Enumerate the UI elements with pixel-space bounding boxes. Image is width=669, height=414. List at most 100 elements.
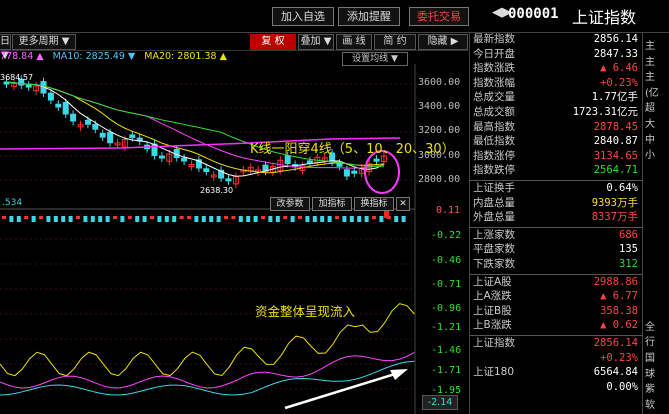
quote-label: 指数涨跌 (473, 62, 515, 75)
candle (181, 157, 188, 162)
sub-bar (135, 216, 140, 222)
quote-label: 上证B股 (473, 304, 512, 317)
overlay-button[interactable]: 叠加 ▼ (298, 34, 334, 50)
quote-value: 686 (619, 228, 638, 241)
sub-bar (268, 216, 273, 222)
draw-line-button[interactable]: 画 线 (336, 34, 372, 50)
add-alert-button[interactable]: 添加提醒 (338, 7, 400, 26)
sub-bar (142, 216, 147, 222)
quote-label: 内盘总量 (473, 196, 515, 209)
simple-mode-button[interactable]: 简 约 (374, 34, 416, 50)
candle (47, 92, 54, 101)
quote-value: 312 (619, 258, 638, 270)
quote-value: +0.23% (600, 76, 638, 89)
ma20-value: MA20: 2801.38 ▲ (144, 51, 227, 62)
sub-tick: -1.71 (431, 365, 462, 376)
quote-value: 2856.14 (593, 337, 638, 349)
sub-bar (275, 216, 280, 222)
sub-bar (209, 216, 214, 222)
side-panel-cut: 主主主 (亿超大中小全行国球紫软 (642, 33, 669, 414)
sub-bar (327, 216, 332, 222)
add-watchlist-button[interactable]: 加入自选 (272, 7, 334, 26)
quote-value: 0.64% (606, 182, 638, 194)
kline-chart[interactable] (0, 64, 468, 414)
sub-bar (53, 216, 58, 222)
sub-bar (261, 216, 265, 219)
ma5-value: 778.84 ▲ (0, 51, 44, 62)
add-indicator-button[interactable]: 加指标 (312, 197, 352, 211)
quote-label: 上证A股 (473, 275, 512, 288)
sub-tick: -0.71 (431, 279, 462, 290)
side-item: 主 (645, 41, 655, 52)
panel-separator (470, 180, 642, 181)
sub-indicator-label: .534 (2, 198, 23, 208)
side-item: 小 (645, 150, 655, 162)
quote-row: 0.00% (470, 381, 642, 394)
close-icon[interactable]: ✕ (396, 197, 410, 211)
sub-bar (24, 216, 29, 219)
quote-row: 指数涨停 3134.65 (470, 150, 642, 163)
side-item: 中 (645, 134, 655, 146)
more-periods-button[interactable]: 更多周期 ▼ (12, 34, 76, 50)
quote-value: 2564.71 (593, 164, 638, 177)
quote-value: ▲ 6.46 (600, 62, 638, 75)
chart-toolbar: 日 ▼ 更多周期 ▼ 复 权 叠加 ▼ 画 线 简 约 隐藏 ▶ (0, 33, 468, 61)
sub-bar (2, 216, 6, 219)
change-params-button[interactable]: 改参数 (270, 197, 310, 211)
sub-tick: -1.46 (431, 345, 462, 356)
candle (129, 134, 136, 139)
ma-legend: 778.84 ▲ MA10: 2825.49 ▼ MA20: 2801.38 ▲ (0, 51, 227, 64)
candle (336, 162, 343, 167)
sub-tick: -0.96 (431, 303, 462, 314)
sub-bar (16, 216, 21, 222)
quote-label: 下跌家数 (473, 258, 515, 270)
sub-bar (127, 216, 132, 219)
quote-label: 总成交额 (473, 106, 515, 118)
sub-bar (224, 216, 228, 219)
quote-value: ▲ 0.62 (600, 319, 638, 332)
quote-row: 最高指数 2878.45 (470, 121, 642, 134)
sub-bar (9, 216, 14, 222)
sub-bar (305, 216, 310, 222)
sub-bar (164, 216, 169, 222)
candle (225, 178, 232, 182)
quote-label: 指数涨停 (473, 149, 515, 162)
sub-bar (83, 216, 88, 222)
sub-tick: -0.22 (431, 230, 462, 241)
sub-bar (194, 216, 199, 222)
quote-row: 内盘总量 9393万手 (470, 197, 642, 210)
quote-label: 最高指数 (473, 120, 515, 133)
sub-bar (231, 216, 236, 219)
indicator-line (0, 360, 415, 396)
quote-row: 下跌家数 312 (470, 258, 642, 271)
quote-value: 6564.84 (593, 366, 638, 379)
quote-row: 上证180 6564.84 (470, 366, 642, 379)
period-day-button[interactable]: 日 ▼ (0, 34, 11, 61)
panel-separator (470, 226, 642, 228)
sub-tick: -1.21 (431, 322, 462, 333)
quote-label: 最新指数 (473, 33, 515, 45)
sub-bar (105, 216, 110, 222)
trend-arrow-head (390, 369, 408, 380)
ma-line (6, 81, 385, 177)
quote-value: +0.23% (600, 351, 638, 364)
quote-value: ▲ 6.77 (600, 290, 638, 303)
quote-value: 2840.87 (593, 135, 638, 148)
sub-bar (238, 216, 243, 222)
side-item: 球 (645, 368, 655, 380)
switch-indicator-button[interactable]: 换指标 (354, 197, 394, 211)
sub-bar (253, 216, 258, 222)
sub-tick: -0.46 (431, 255, 462, 266)
sub-bar (379, 216, 384, 222)
quote-label: 上证指数 (473, 337, 515, 349)
side-item: 软 (645, 399, 655, 411)
sub-bar (172, 216, 177, 222)
quote-label: 最低指数 (473, 135, 515, 148)
sub-bar (298, 216, 302, 219)
side-item: 国 (645, 353, 655, 364)
symbol-name: 上证指数 (572, 8, 637, 27)
adjust-button[interactable]: 复 权 (250, 34, 296, 50)
hide-panel-button[interactable]: 隐藏 ▶ (418, 34, 468, 50)
quote-label: 上证180 (473, 366, 515, 379)
trade-button[interactable]: 委托交易 (409, 7, 469, 26)
